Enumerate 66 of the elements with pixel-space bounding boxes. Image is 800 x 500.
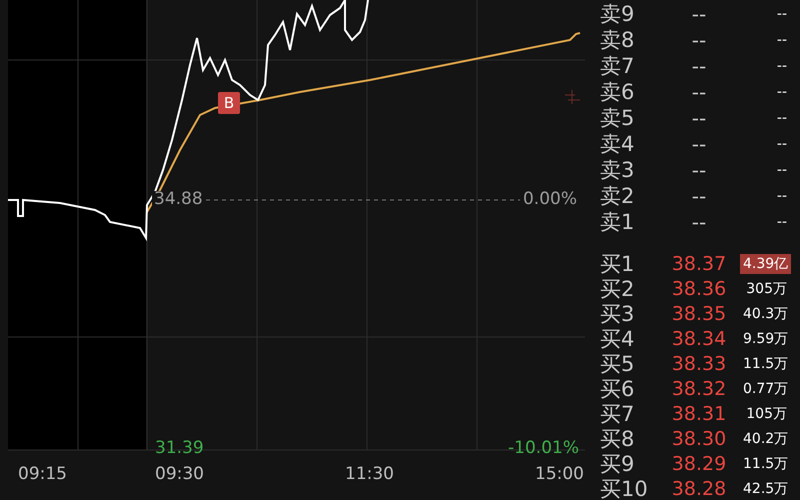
low-price: 31.39	[155, 440, 204, 457]
order-price: 38.33	[670, 353, 728, 375]
level-label: 卖3	[600, 157, 636, 184]
order-price: --	[690, 2, 708, 26]
order-volume: --	[776, 5, 788, 23]
order-price: --	[690, 28, 708, 52]
order-price: 38.30	[670, 428, 728, 450]
order-volume: --	[776, 161, 788, 179]
order-volume: 105万	[745, 405, 788, 424]
level-label: 卖7	[600, 53, 636, 80]
order-price: --	[690, 54, 708, 78]
time-label: 09:30	[155, 464, 204, 484]
order-price: 38.34	[670, 328, 728, 350]
volume-tick-marks	[564, 90, 580, 104]
time-label: 15:00	[535, 464, 584, 484]
order-price: 38.32	[670, 378, 728, 400]
order-price: 38.36	[670, 278, 728, 300]
order-price: --	[690, 184, 708, 208]
order-volume: 0.77万	[742, 380, 790, 399]
low-change: -10.01%	[508, 440, 579, 457]
level-label: 买8	[600, 426, 636, 453]
order-price: 38.29	[670, 453, 728, 475]
order-volume: 9.59万	[742, 330, 790, 349]
order-price: 38.28	[670, 478, 728, 500]
order-price: --	[690, 80, 708, 104]
order-volume: --	[776, 187, 788, 205]
time-label: 11:30	[345, 464, 394, 484]
order-volume: 42.5万	[742, 480, 790, 499]
level-label: 卖4	[600, 131, 636, 158]
level-label: 买2	[600, 276, 636, 303]
level-label: 买10	[600, 476, 649, 500]
order-volume: 40.2万	[742, 430, 790, 449]
level-label: 买3	[600, 301, 636, 328]
level-label: 卖6	[600, 79, 636, 106]
time-label: 09:15	[18, 464, 67, 484]
order-volume: 4.39亿	[740, 254, 792, 274]
order-price: --	[690, 158, 708, 182]
level-label: 买7	[600, 401, 636, 428]
reference-price: 34.88	[152, 191, 205, 208]
order-volume: --	[776, 109, 788, 127]
order-volume: --	[776, 57, 788, 75]
order-volume: --	[776, 31, 788, 49]
level-label: 卖5	[600, 105, 636, 132]
level-label: 卖2	[600, 183, 636, 210]
order-volume: 11.5万	[742, 455, 790, 474]
level-label: 卖1	[600, 209, 636, 236]
order-volume: 11.5万	[742, 355, 790, 374]
order-price: 38.35	[670, 303, 728, 325]
level-label: 买5	[600, 351, 636, 378]
level-label: 买1	[600, 251, 636, 278]
order-volume: 40.3万	[742, 305, 790, 324]
order-price: 38.31	[670, 403, 728, 425]
level-label: 买6	[600, 376, 636, 403]
level-label: 卖8	[600, 27, 636, 54]
level-label: 买4	[600, 326, 636, 353]
level-label: 卖9	[600, 1, 636, 28]
buy-marker: B	[218, 92, 240, 114]
order-volume: --	[776, 213, 788, 231]
order-price: --	[690, 106, 708, 130]
order-volume: --	[776, 135, 788, 153]
order-price: --	[690, 210, 708, 234]
order-volume: 305万	[745, 280, 788, 299]
level-label: 买9	[600, 451, 636, 478]
order-price: 38.37	[670, 253, 728, 275]
order-volume: --	[776, 83, 788, 101]
order-price: --	[690, 132, 708, 156]
